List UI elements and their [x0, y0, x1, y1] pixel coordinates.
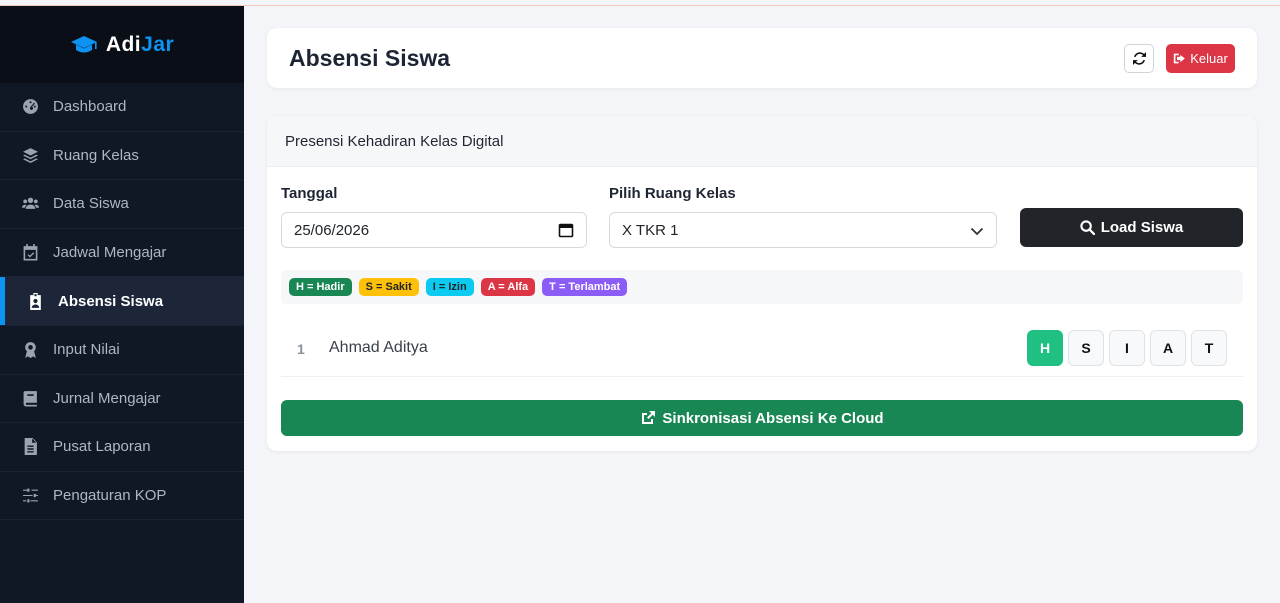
sidebar-item-label: Pusat Laporan [53, 438, 151, 456]
sidebar-item-pusat-laporan[interactable]: Pusat Laporan [0, 423, 244, 472]
load-siswa-button[interactable]: Load Siswa [1020, 208, 1243, 247]
logout-button[interactable]: Keluar [1166, 44, 1235, 73]
sidebar: AdiJar Dashboard Ruang Kelas Data Siswa … [0, 6, 244, 603]
gauge-icon [21, 98, 39, 116]
sidebar-item-ruang-kelas[interactable]: Ruang Kelas [0, 132, 244, 181]
sidebar-item-absensi-siswa[interactable]: Absensi Siswa [0, 277, 244, 326]
graduation-cap-icon [70, 35, 97, 52]
legend-badge-terlambat: T = Terlambat [542, 278, 628, 296]
header-card: Absensi Siswa Keluar [267, 28, 1257, 88]
attendance-option-i[interactable]: I [1109, 330, 1145, 366]
student-name: Ahmad Aditya [329, 339, 428, 356]
brand-logo[interactable]: AdiJar [0, 6, 244, 83]
class-label: Pilih Ruang Kelas [609, 185, 736, 202]
attendance-option-h[interactable]: H [1027, 330, 1063, 366]
class-select[interactable]: X TKR 1 [609, 212, 997, 248]
sidebar-item-pengaturan-kop[interactable]: Pengaturan KOP [0, 472, 244, 521]
attendance-option-a[interactable]: A [1150, 330, 1186, 366]
sync-cloud-button[interactable]: Sinkronisasi Absensi Ke Cloud [281, 400, 1243, 436]
date-label: Tanggal [281, 185, 338, 202]
attendance-option-s[interactable]: S [1068, 330, 1104, 366]
book-icon [21, 389, 39, 407]
clipboard-user-icon [26, 292, 44, 310]
sidebar-item-label: Ruang Kelas [53, 146, 139, 164]
share-square-icon [642, 411, 656, 424]
sidebar-item-label: Absensi Siswa [58, 292, 164, 310]
sidebar-item-label: Pengaturan KOP [53, 487, 167, 505]
sliders-icon [21, 487, 39, 505]
date-value: 25/06/2026 [294, 221, 370, 239]
calendar-icon[interactable] [558, 222, 574, 238]
sidebar-item-dashboard[interactable]: Dashboard [0, 83, 244, 132]
sidebar-item-label: Data Siswa [53, 195, 129, 213]
brand-name: AdiJar [105, 32, 175, 56]
sidebar-item-label: Jurnal Mengajar [53, 389, 161, 407]
legend-badge-sakit: S = Sakit [358, 278, 419, 296]
users-icon [21, 195, 39, 213]
attendance-option-t[interactable]: T [1191, 330, 1227, 366]
legend-badge-hadir: H = Hadir [289, 278, 352, 296]
sync-cloud-label: Sinkronisasi Absensi Ke Cloud [662, 409, 884, 427]
sidebar-item-data-siswa[interactable]: Data Siswa [0, 180, 244, 229]
attendance-card: Presensi Kehadiran Kelas Digital Tanggal… [267, 116, 1257, 451]
sidebar-item-input-nilai[interactable]: Input Nilai [0, 326, 244, 375]
sign-out-icon [1174, 53, 1185, 64]
student-row: 1 Ahmad Aditya H S I A T [281, 321, 1243, 377]
legend-badge-izin: I = Izin [425, 278, 474, 296]
calendar-check-icon [21, 244, 39, 262]
sidebar-nav: Dashboard Ruang Kelas Data Siswa Jadwal … [0, 83, 244, 521]
sidebar-item-jurnal-mengajar[interactable]: Jurnal Mengajar [0, 375, 244, 424]
layers-icon [21, 146, 39, 164]
class-select-value: X TKR 1 [622, 221, 679, 239]
refresh-icon [1132, 52, 1146, 65]
award-icon [21, 341, 39, 359]
refresh-button[interactable] [1124, 44, 1154, 73]
file-lines-icon [21, 438, 39, 456]
sidebar-item-label: Dashboard [53, 98, 127, 116]
date-input[interactable]: 25/06/2026 [281, 212, 587, 248]
page-title: Absensi Siswa [289, 45, 451, 71]
logout-label: Keluar [1190, 51, 1228, 66]
sidebar-item-label: Input Nilai [53, 341, 120, 359]
attendance-legend: H = Hadir S = Sakit I = Izin A = Alfa T … [281, 270, 1243, 304]
sidebar-item-label: Jadwal Mengajar [53, 244, 167, 262]
sidebar-item-jadwal-mengajar[interactable]: Jadwal Mengajar [0, 229, 244, 278]
legend-badge-alfa: A = Alfa [480, 278, 536, 296]
student-number: 1 [297, 341, 305, 357]
load-siswa-label: Load Siswa [1100, 219, 1184, 236]
chevron-down-icon [970, 227, 984, 236]
card-heading: Presensi Kehadiran Kelas Digital [267, 116, 1257, 167]
search-icon [1080, 220, 1095, 235]
